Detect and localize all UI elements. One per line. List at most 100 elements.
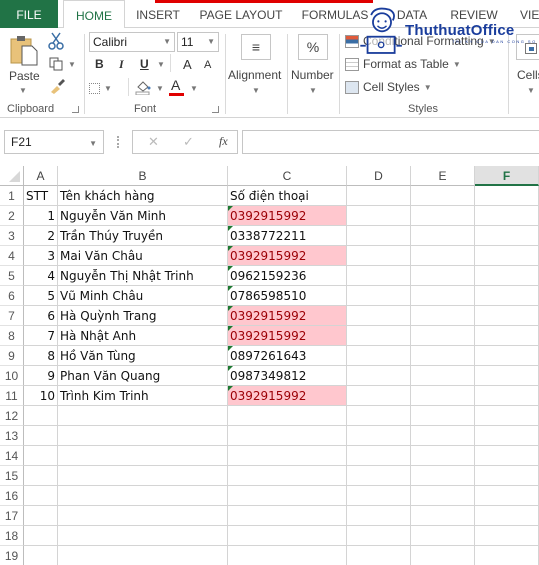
name-box[interactable]: F21 ▼ xyxy=(4,130,104,154)
cell-f4[interactable] xyxy=(475,246,539,266)
cell-c6[interactable]: 0786598510 xyxy=(228,286,347,306)
cell-d17[interactable] xyxy=(347,506,411,526)
cell-d6[interactable] xyxy=(347,286,411,306)
cells-dropdown-icon[interactable]: ▼ xyxy=(527,86,535,95)
cell-e3[interactable] xyxy=(411,226,475,246)
cell-d1[interactable] xyxy=(347,186,411,206)
tab-view[interactable]: VIEW xyxy=(520,0,539,28)
cell-c16[interactable] xyxy=(228,486,347,506)
cell-e10[interactable] xyxy=(411,366,475,386)
row-header-3[interactable]: 3 xyxy=(0,226,24,246)
row-header-9[interactable]: 9 xyxy=(0,346,24,366)
italic-button[interactable]: I xyxy=(119,57,124,72)
cell-c5[interactable]: 0962159236 xyxy=(228,266,347,286)
cell-f16[interactable] xyxy=(475,486,539,506)
copy-icon[interactable] xyxy=(49,57,63,71)
cell-c10[interactable]: 0987349812 xyxy=(228,366,347,386)
cell-e9[interactable] xyxy=(411,346,475,366)
cell-a3[interactable]: 2 xyxy=(24,226,58,246)
cell-d18[interactable] xyxy=(347,526,411,546)
cancel-icon[interactable]: ✕ xyxy=(148,134,159,150)
cell-a1[interactable]: STT xyxy=(24,186,58,206)
underline-button[interactable]: U xyxy=(140,57,149,71)
cells-icon[interactable] xyxy=(516,34,539,60)
insert-function-icon[interactable]: fx xyxy=(219,134,228,149)
number-button[interactable]: Number xyxy=(291,68,334,82)
cell-a11[interactable]: 10 xyxy=(24,386,58,406)
cell-f3[interactable] xyxy=(475,226,539,246)
underline-dropdown-icon[interactable]: ▼ xyxy=(157,60,165,69)
cell-e19[interactable] xyxy=(411,546,475,565)
cell-b13[interactable] xyxy=(58,426,228,446)
shrink-font-button[interactable]: A xyxy=(204,59,211,71)
formula-bar-grip[interactable] xyxy=(117,136,119,148)
cell-d13[interactable] xyxy=(347,426,411,446)
cell-b1[interactable]: Tên khách hàng xyxy=(58,186,228,206)
number-format-icon[interactable]: % xyxy=(298,34,328,60)
cell-a15[interactable] xyxy=(24,466,58,486)
cell-b17[interactable] xyxy=(58,506,228,526)
cell-a2[interactable]: 1 xyxy=(24,206,58,226)
column-header-a[interactable]: A xyxy=(24,166,58,186)
cell-b14[interactable] xyxy=(58,446,228,466)
tab-home[interactable]: HOME xyxy=(63,0,125,29)
cell-f1[interactable] xyxy=(475,186,539,206)
cell-f19[interactable] xyxy=(475,546,539,565)
alignment-icon[interactable]: ≡ xyxy=(241,34,271,60)
cell-f14[interactable] xyxy=(475,446,539,466)
row-header-2[interactable]: 2 xyxy=(0,206,24,226)
cell-c19[interactable] xyxy=(228,546,347,565)
cell-b11[interactable]: Trình Kim Trinh xyxy=(58,386,228,406)
cell-d11[interactable] xyxy=(347,386,411,406)
row-header-13[interactable]: 13 xyxy=(0,426,24,446)
cell-a14[interactable] xyxy=(24,446,58,466)
clipboard-launcher-icon[interactable] xyxy=(72,106,79,113)
cell-e7[interactable] xyxy=(411,306,475,326)
font-name-select[interactable]: Calibri ▼ xyxy=(89,32,175,52)
cell-b19[interactable] xyxy=(58,546,228,565)
column-header-c[interactable]: C xyxy=(228,166,347,186)
cell-f5[interactable] xyxy=(475,266,539,286)
paste-icon[interactable] xyxy=(10,34,38,66)
cell-a10[interactable]: 9 xyxy=(24,366,58,386)
row-header-12[interactable]: 12 xyxy=(0,406,24,426)
cell-b8[interactable]: Hà Nhật Anh xyxy=(58,326,228,346)
cell-a8[interactable]: 7 xyxy=(24,326,58,346)
cell-b15[interactable] xyxy=(58,466,228,486)
tab-insert[interactable]: INSERT xyxy=(130,0,186,28)
column-header-e[interactable]: E xyxy=(411,166,475,186)
cell-f15[interactable] xyxy=(475,466,539,486)
row-header-16[interactable]: 16 xyxy=(0,486,24,506)
cell-a6[interactable]: 5 xyxy=(24,286,58,306)
cell-a13[interactable] xyxy=(24,426,58,446)
cell-b16[interactable] xyxy=(58,486,228,506)
cell-d9[interactable] xyxy=(347,346,411,366)
select-all-button[interactable] xyxy=(0,166,24,186)
cell-d12[interactable] xyxy=(347,406,411,426)
cell-d14[interactable] xyxy=(347,446,411,466)
cell-c1[interactable]: Số điện thoại xyxy=(228,186,347,206)
cell-a4[interactable]: 3 xyxy=(24,246,58,266)
cell-f9[interactable] xyxy=(475,346,539,366)
cell-styles-button[interactable]: Cell Styles ▼ xyxy=(345,80,432,94)
formula-input[interactable] xyxy=(242,130,539,154)
cell-f8[interactable] xyxy=(475,326,539,346)
cell-b6[interactable]: Vũ Minh Châu xyxy=(58,286,228,306)
cell-f6[interactable] xyxy=(475,286,539,306)
cell-b12[interactable] xyxy=(58,406,228,426)
cell-e14[interactable] xyxy=(411,446,475,466)
row-header-11[interactable]: 11 xyxy=(0,386,24,406)
cell-d19[interactable] xyxy=(347,546,411,565)
cell-b18[interactable] xyxy=(58,526,228,546)
cell-d3[interactable] xyxy=(347,226,411,246)
row-header-1[interactable]: 1 xyxy=(0,186,24,206)
cell-c9[interactable]: 0897261643 xyxy=(228,346,347,366)
cell-c2[interactable]: 0392915992 xyxy=(228,206,347,226)
cell-a5[interactable]: 4 xyxy=(24,266,58,286)
cell-d16[interactable] xyxy=(347,486,411,506)
cell-c4[interactable]: 0392915992 xyxy=(228,246,347,266)
cell-d8[interactable] xyxy=(347,326,411,346)
borders-dropdown-icon[interactable]: ▼ xyxy=(104,84,112,93)
row-header-10[interactable]: 10 xyxy=(0,366,24,386)
cell-a7[interactable]: 6 xyxy=(24,306,58,326)
